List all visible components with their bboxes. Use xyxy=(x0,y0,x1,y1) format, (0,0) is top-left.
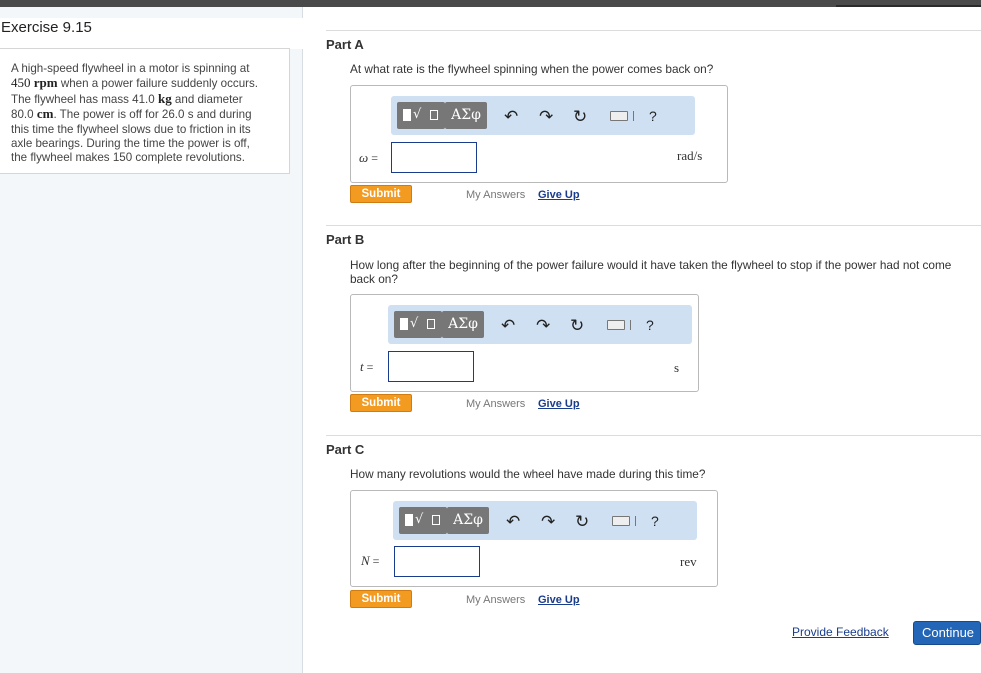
template-box-icon xyxy=(403,109,411,121)
my-answers-link[interactable]: My Answers xyxy=(466,189,525,201)
rpm-unit: rpm xyxy=(30,75,58,91)
math-toolbar: √ ΑΣφ ↶ ↷ ↻ ? xyxy=(388,305,692,344)
top-bar xyxy=(0,0,981,7)
variable-symbol: N xyxy=(361,553,370,568)
unit-label: rad/s xyxy=(677,148,703,163)
problem-text: The flywheel has mass 41.0 xyxy=(11,92,155,106)
diameter-value: 80.0 xyxy=(11,108,34,122)
omega-label: ω = xyxy=(359,150,378,166)
variable-symbol: ω xyxy=(359,150,369,165)
give-up-link[interactable]: Give Up xyxy=(538,189,580,201)
part-divider xyxy=(326,30,981,31)
undo-icon[interactable]: ↶ xyxy=(506,512,520,532)
radical-icon: √ xyxy=(410,316,419,331)
unit-label: s xyxy=(674,360,680,375)
give-up-link[interactable]: Give Up xyxy=(538,594,580,606)
math-toolbar: √ ΑΣφ ↶ ↷ ↻ ? xyxy=(391,96,695,135)
keyboard-icon[interactable] xyxy=(607,320,625,330)
unit-label: rev xyxy=(680,554,697,569)
reset-icon[interactable]: ↻ xyxy=(570,316,584,336)
part-b-question: How long after the beginning of the powe… xyxy=(350,258,952,286)
equals-sign: = xyxy=(369,554,380,568)
revolutions-label: N = xyxy=(361,553,379,569)
problem-line: 450 rpm when a power failure suddenly oc… xyxy=(11,76,281,91)
symbols-button[interactable]: ΑΣφ xyxy=(445,102,487,129)
part-a-answer-box: √ ΑΣφ ↶ ↷ ↻ ? ω = rad/s xyxy=(350,85,728,183)
help-icon[interactable]: ? xyxy=(651,513,659,529)
template-slot-icon xyxy=(430,110,438,120)
redo-icon[interactable]: ↷ xyxy=(541,512,555,532)
template-slot-icon xyxy=(427,319,435,329)
equals-sign: = xyxy=(368,151,378,165)
problem-line: The flywheel has mass 41.0 kg and diamet… xyxy=(11,90,281,107)
template-box-icon xyxy=(400,318,408,330)
provide-feedback-link[interactable]: Provide Feedback xyxy=(792,625,889,639)
toolbar-separator xyxy=(635,516,636,526)
top-bar-accent xyxy=(836,5,981,7)
undo-icon[interactable]: ↶ xyxy=(504,107,518,127)
rpm-value: 450 xyxy=(11,75,31,91)
part-b-answer-box: √ ΑΣφ ↶ ↷ ↻ ? t = s xyxy=(350,294,699,392)
part-a-title: Part A xyxy=(326,37,364,52)
template-box-icon xyxy=(405,514,413,526)
mass-unit: kg xyxy=(154,90,172,106)
equals-sign: = xyxy=(363,360,374,374)
problem-line: A high-speed flywheel in a motor is spin… xyxy=(11,62,250,75)
symbols-button[interactable]: ΑΣφ xyxy=(442,311,484,338)
radical-icon: √ xyxy=(415,512,424,527)
problem-text: and diameter xyxy=(171,92,243,106)
template-slot-icon xyxy=(432,515,440,525)
give-up-link[interactable]: Give Up xyxy=(538,398,580,410)
revolutions-input[interactable] xyxy=(394,546,480,577)
part-divider xyxy=(326,225,981,226)
time-input[interactable] xyxy=(388,351,474,382)
time-label: t = xyxy=(360,359,373,375)
templates-button[interactable]: √ xyxy=(394,311,442,338)
toolbar-separator xyxy=(633,111,634,121)
problem-statement: A high-speed flywheel in a motor is spin… xyxy=(0,48,290,174)
part-c-title: Part C xyxy=(326,442,365,457)
diameter-unit: cm xyxy=(33,106,54,122)
exercise-title: Exercise 9.15 xyxy=(0,18,303,49)
part-a-submit-button[interactable]: Submit xyxy=(350,185,412,203)
my-answers-link[interactable]: My Answers xyxy=(466,398,525,410)
problem-line: the flywheel makes 150 complete revoluti… xyxy=(11,151,245,165)
part-a-question: At what rate is the flywheel spinning wh… xyxy=(350,62,714,76)
symbols-button[interactable]: ΑΣφ xyxy=(447,507,489,534)
problem-text: when a power failure suddenly occurs. xyxy=(57,77,259,91)
part-b-title: Part B xyxy=(326,232,365,247)
templates-button[interactable]: √ xyxy=(397,102,445,129)
undo-icon[interactable]: ↶ xyxy=(501,316,515,336)
problem-line: 80.0 cm. The power is off for 26.0 s and… xyxy=(11,107,281,122)
templates-button[interactable]: √ xyxy=(399,507,447,534)
reset-icon[interactable]: ↻ xyxy=(575,512,589,532)
keyboard-icon[interactable] xyxy=(610,111,628,121)
reset-icon[interactable]: ↻ xyxy=(573,107,587,127)
part-c-answer-box: √ ΑΣφ ↶ ↷ ↻ ? N = rev xyxy=(350,490,718,587)
part-c-submit-button[interactable]: Submit xyxy=(350,590,412,608)
part-divider xyxy=(326,435,981,436)
continue-button[interactable]: Continue xyxy=(913,621,981,645)
problem-line: this time the flywheel slows due to fric… xyxy=(11,122,251,136)
my-answers-link[interactable]: My Answers xyxy=(466,594,525,606)
math-toolbar: √ ΑΣφ ↶ ↷ ↻ ? xyxy=(393,501,697,540)
part-c-question: How many revolutions would the wheel hav… xyxy=(350,467,706,481)
omega-input[interactable] xyxy=(391,142,477,173)
keyboard-icon[interactable] xyxy=(612,516,630,526)
toolbar-separator xyxy=(630,320,631,330)
problem-text: . The power is off for 26.0 s and during xyxy=(53,108,252,122)
problem-line: axle bearings. During the time the power… xyxy=(11,137,250,151)
redo-icon[interactable]: ↷ xyxy=(536,316,550,336)
redo-icon[interactable]: ↷ xyxy=(539,107,553,127)
part-b-submit-button[interactable]: Submit xyxy=(350,394,412,412)
help-icon[interactable]: ? xyxy=(646,317,654,333)
help-icon[interactable]: ? xyxy=(649,108,657,124)
radical-icon: √ xyxy=(413,107,422,122)
